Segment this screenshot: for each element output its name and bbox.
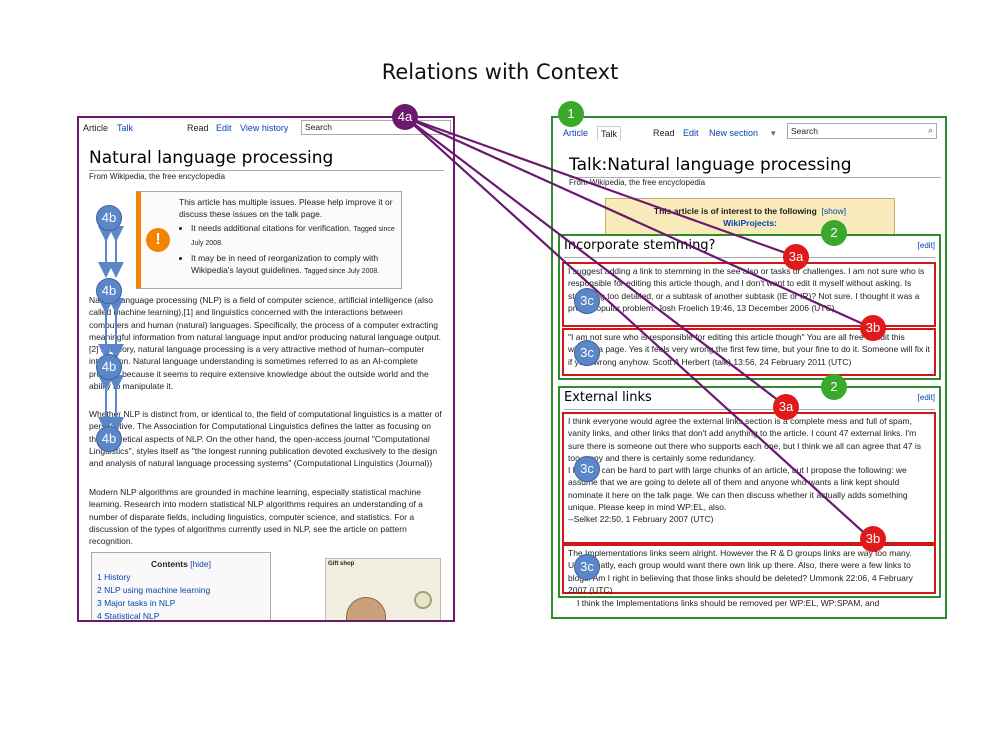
badge-2: 2	[821, 374, 847, 400]
badge-3b: 3b	[860, 526, 886, 552]
badge-4b: 4b	[96, 354, 122, 380]
relation-line-4a-3b	[404, 116, 873, 541]
badge-3c: 3c	[574, 554, 600, 580]
badge-3c: 3c	[574, 288, 600, 314]
badge-2: 2	[821, 220, 847, 246]
relation-overlay	[98, 115, 873, 541]
relation-line-4a-3a	[404, 115, 798, 259]
badge-4b: 4b	[96, 205, 122, 231]
badge-4b: 4b	[96, 426, 122, 452]
badge-4a: 4a	[392, 104, 418, 130]
badge-3c: 3c	[574, 456, 600, 482]
badge-3a: 3a	[773, 394, 799, 420]
badge-3b: 3b	[860, 315, 886, 341]
badge-4b: 4b	[96, 278, 122, 304]
relation-line-4a-3a	[404, 116, 788, 408]
badge-3c: 3c	[574, 340, 600, 366]
badge-3a: 3a	[783, 244, 809, 270]
badge-1: 1	[558, 101, 584, 127]
relation-line-4a-3b	[404, 115, 873, 330]
